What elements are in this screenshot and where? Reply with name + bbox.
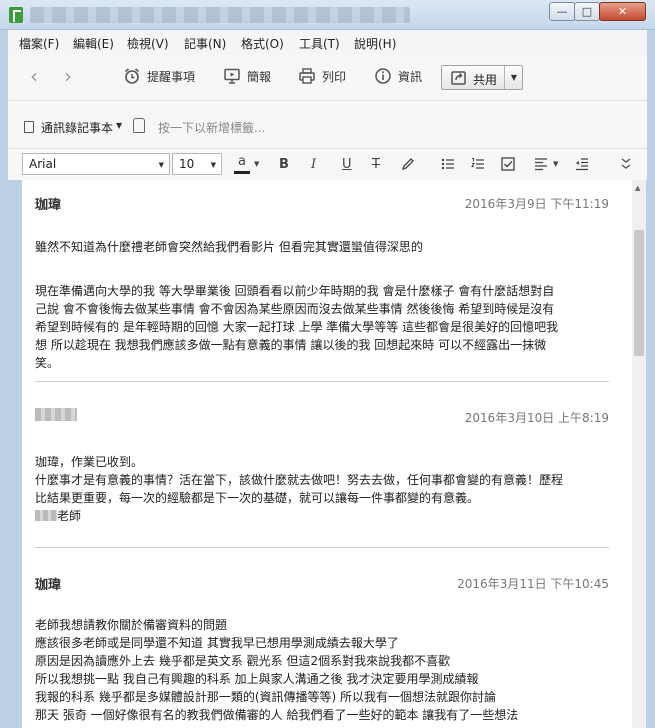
highlighter-icon[interactable] xyxy=(400,156,416,172)
font-family-select[interactable]: Arial ▼ xyxy=(22,153,170,175)
share-label: 共用 xyxy=(473,73,498,87)
printer-icon xyxy=(299,68,315,84)
align-left-icon[interactable] xyxy=(533,156,549,172)
presentation-label: 簡報 xyxy=(247,69,272,84)
forward-icon[interactable]: › xyxy=(64,66,72,86)
menu-edit[interactable]: 編輯(E) xyxy=(73,35,114,52)
text-color-dropdown-icon[interactable]: ▼ xyxy=(254,160,259,168)
bold-button[interactable]: B xyxy=(279,157,289,172)
chevron-down-icon: ▼ xyxy=(158,161,164,169)
align-dropdown-icon[interactable]: ▼ xyxy=(553,160,558,168)
entry-divider xyxy=(35,547,609,548)
entry-line: 現在準備邁向大學的我 等大學畢業後 回頭看看以前少年時期的我 會是什麼樣子 會有… xyxy=(35,284,555,298)
more-format-icon[interactable] xyxy=(620,156,632,172)
window-titlebar: — □ ✕ xyxy=(0,0,655,30)
menu-format[interactable]: 格式(O) xyxy=(241,35,284,52)
maximize-button[interactable]: □ xyxy=(574,2,600,21)
checkbox-icon[interactable] xyxy=(500,156,516,172)
strikethrough-button[interactable]: T xyxy=(372,157,380,172)
underline-button[interactable]: U xyxy=(342,157,352,172)
print-label: 列印 xyxy=(322,69,347,84)
scroll-up-icon[interactable]: ▲ xyxy=(635,184,640,192)
share-button[interactable]: 共用 ▼ xyxy=(441,65,523,90)
entry-line: 那天 張奇 一個好像很有名的教我們做備審的人 給我們看了一些好的範本 讓我有了一… xyxy=(35,708,519,722)
share-icon xyxy=(451,71,466,85)
tag-input[interactable]: 按一下以新增標籤... xyxy=(158,119,265,136)
entry-timestamp: 2016年3月11日 下午10:45 xyxy=(457,577,609,591)
entry-line: 雖然不知道為什麼禮老師會突然給我們看影片 但看完其實還蠻值得深思的 xyxy=(35,240,423,254)
info-label: 資訊 xyxy=(398,69,423,84)
tag-icon xyxy=(133,118,145,133)
presentation-icon xyxy=(224,68,240,84)
entry-line: 老師我想請教你關於備審資料的問題 xyxy=(35,618,228,632)
note-toolbar: ‹ › 提醒事項 簡報 列印 資訊 共用 ▼ xyxy=(8,54,647,100)
notebook-dropdown-icon[interactable]: ▼ xyxy=(116,121,122,130)
outdent-icon[interactable] xyxy=(574,156,590,172)
signature-title: 老師 xyxy=(57,509,82,523)
entry-line: 希望到時候有的 是年輕時期的回憶 大家一起打球 上學 準備大學等等 這些都會是很… xyxy=(35,320,559,334)
entry-timestamp: 2016年3月9日 下午11:19 xyxy=(464,197,609,211)
entry-line: 我報的科系 幾乎都是多媒體設計那一類的(資訊傳播等等) 所以我有一個想法就跟你討… xyxy=(35,690,496,704)
share-dropdown-icon[interactable]: ▼ xyxy=(504,66,523,89)
entry-author: 珈瑋 xyxy=(35,578,62,593)
text-color-label: a xyxy=(238,154,246,169)
notebook-selector[interactable]: 通訊錄記事本 xyxy=(41,119,113,136)
font-size-value: 10 xyxy=(179,157,195,171)
notebook-icon xyxy=(24,121,34,133)
format-toolbar: Arial ▼ 10 ▼ a ▼ B I U T ▼ xyxy=(8,148,647,180)
scrollbar-thumb[interactable] xyxy=(634,230,644,356)
menu-help[interactable]: 說明(H) xyxy=(354,35,396,52)
close-button[interactable]: ✕ xyxy=(599,2,646,21)
minimize-button[interactable]: — xyxy=(549,2,575,21)
entry-divider xyxy=(35,381,609,382)
menu-tools[interactable]: 工具(T) xyxy=(299,35,340,52)
menu-file[interactable]: 檔案(F) xyxy=(19,35,59,52)
presentation-button[interactable]: 簡報 xyxy=(223,66,271,86)
note-editor[interactable]: 珈瑋 2016年3月9日 下午11:19 雖然不知道為什麼禮老師會突然給我們看影… xyxy=(22,180,632,728)
font-family-value: Arial xyxy=(29,157,57,171)
entry-line: 己說 會不會後悔去做某些事情 會不會因為某些原因而沒去做某些事情 然後後悔 希望… xyxy=(35,302,555,316)
italic-button[interactable]: I xyxy=(311,157,316,172)
info-icon xyxy=(375,68,391,84)
signature-name-blurred xyxy=(35,510,57,521)
print-button[interactable]: 列印 xyxy=(298,66,346,86)
menu-bar: 檔案(F) 編輯(E) 檢視(V) 記事(N) 格式(O) 工具(T) 說明(H… xyxy=(8,30,647,54)
evernote-app-icon xyxy=(9,7,23,23)
text-color-button[interactable]: a xyxy=(234,154,250,174)
font-size-select[interactable]: 10 ▼ xyxy=(172,153,222,175)
entry-line: 所以我想挑一點 我自己有興趣的科系 加上與家人溝通之後 我才決定要用學測成績報 xyxy=(35,672,479,686)
vertical-scrollbar[interactable]: ▲ xyxy=(632,180,646,728)
entry-line: 比結果更重要，每一次的經驗都是下一次的基礎，就可以讓每一件事都變的有意義。 xyxy=(35,491,480,505)
entry-author-blurred xyxy=(35,408,77,421)
entry-line: 原因是因為讀應外上去 幾乎都是英文系 觀光系 但這2個系對我來說我都不喜歡 xyxy=(35,654,451,668)
entry-line: 笑。 xyxy=(35,356,60,370)
menu-view[interactable]: 檢視(V) xyxy=(127,35,169,52)
reminder-label: 提醒事項 xyxy=(147,69,196,84)
entry-line: 珈瑋，作業已收到。 xyxy=(35,455,144,469)
entry-line: 想 所以趁現在 我想我們應該多做一點有意義的事情 讓以後的我 回想起來時 可以不… xyxy=(35,338,547,352)
bullet-list-icon[interactable] xyxy=(440,156,456,172)
info-button[interactable]: 資訊 xyxy=(374,66,422,86)
reminder-button[interactable]: 提醒事項 xyxy=(123,66,195,86)
entry-line: 應該很多老師或是同學還不知道 其實我早已想用學測成績去報大學了 xyxy=(35,636,399,650)
chevron-down-icon: ▼ xyxy=(210,161,216,169)
entry-timestamp: 2016年3月10日 上午8:19 xyxy=(464,411,609,425)
notebook-tag-bar: 通訊錄記事本 ▼ 按一下以新增標籤... xyxy=(8,100,647,148)
alarm-clock-icon xyxy=(124,68,140,84)
numbered-list-icon[interactable] xyxy=(470,156,486,172)
entry-line: 什麼事才是有意義的事情？活在當下，該做什麼就去做吧！努去去做，任何事都會變的有意… xyxy=(35,473,564,487)
window-title-blurred xyxy=(30,7,410,23)
entry-signature: 老師 xyxy=(35,507,81,524)
menu-note[interactable]: 記事(N) xyxy=(184,35,226,52)
entry-author: 珈瑋 xyxy=(35,198,62,213)
back-icon[interactable]: ‹ xyxy=(30,66,38,86)
